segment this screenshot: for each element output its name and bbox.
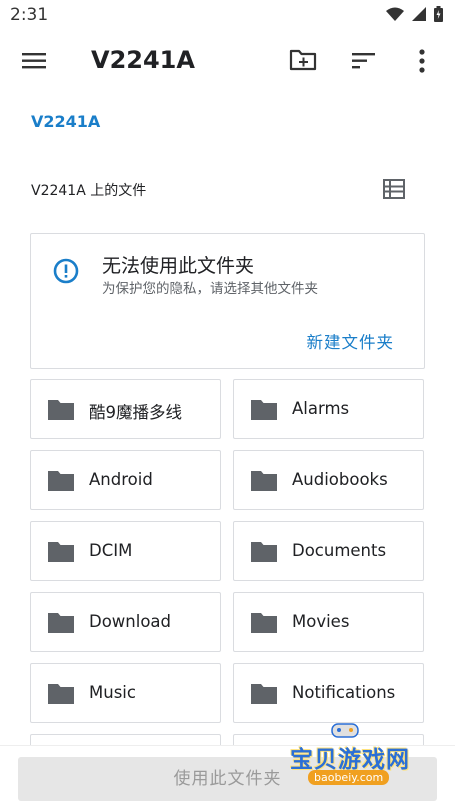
info-icon xyxy=(53,258,79,284)
folder-icon xyxy=(48,471,74,491)
warning-title: 无法使用此文件夹 xyxy=(102,255,255,277)
folder-item[interactable]: Music xyxy=(30,663,221,723)
status-time: 2:31 xyxy=(10,5,49,25)
folder-item[interactable]: 酷9魔播多线 xyxy=(30,379,221,439)
folder-item[interactable]: DCIM xyxy=(30,521,221,581)
folder-name: Alarms xyxy=(292,399,350,418)
hamburger-icon xyxy=(22,53,46,69)
status-icons xyxy=(386,6,443,22)
sort-button[interactable] xyxy=(350,47,378,75)
folder-name: Android xyxy=(89,470,153,489)
warning-subtitle: 为保护您的隐私，请选择其他文件夹 xyxy=(102,281,318,297)
folder-item[interactable]: Download xyxy=(30,592,221,652)
watermark-logo: 宝贝游戏网 baobeiy.com xyxy=(290,718,430,788)
folder-item[interactable]: Documents xyxy=(233,521,424,581)
status-bar: 2:31 xyxy=(0,0,455,32)
folder-name: Documents xyxy=(292,541,387,560)
folder-item[interactable]: Audiobooks xyxy=(233,450,424,510)
folder-name: Notifications xyxy=(292,683,396,702)
folder-icon xyxy=(251,400,277,420)
list-view-toggle[interactable] xyxy=(382,178,406,200)
create-folder-button[interactable] xyxy=(288,46,318,74)
folder-item[interactable]: Alarms xyxy=(233,379,424,439)
folder-item[interactable]: Movies xyxy=(233,592,424,652)
folder-name: 酷9魔播多线 xyxy=(89,403,182,422)
folder-icon xyxy=(251,542,277,562)
cannot-use-folder-card: 无法使用此文件夹 为保护您的隐私，请选择其他文件夹 新建文件夹 xyxy=(30,233,425,369)
folder-name: Audiobooks xyxy=(292,470,388,489)
list-view-icon xyxy=(383,179,405,199)
folder-name: Movies xyxy=(292,612,350,631)
folder-name: Music xyxy=(89,683,136,702)
folder-item[interactable]: Notifications xyxy=(233,663,424,723)
folder-icon xyxy=(251,613,277,633)
files-section-header: V2241A 上的文件 xyxy=(31,183,147,199)
folder-icon xyxy=(48,400,74,420)
menu-button[interactable] xyxy=(20,48,50,74)
new-folder-link[interactable]: 新建文件夹 xyxy=(307,329,395,353)
create-folder-icon xyxy=(289,49,317,71)
folder-icon xyxy=(48,542,74,562)
signal-icon xyxy=(412,7,426,21)
app-title: V2241A xyxy=(91,46,195,74)
folder-icon xyxy=(48,613,74,633)
folder-icon xyxy=(251,684,277,704)
more-vert-icon xyxy=(419,49,425,73)
watermark-text: 宝贝游戏网 xyxy=(290,747,410,773)
app-bar: V2241A xyxy=(0,38,455,84)
breadcrumb-root[interactable]: V2241A xyxy=(31,112,100,131)
wifi-icon xyxy=(386,7,404,21)
folder-icon xyxy=(251,471,277,491)
folder-name: DCIM xyxy=(89,541,133,560)
watermark-url: baobeiy.com xyxy=(308,770,390,785)
battery-icon xyxy=(434,6,443,22)
more-options-button[interactable] xyxy=(408,46,436,76)
folder-icon xyxy=(48,684,74,704)
folder-name: Download xyxy=(89,612,172,631)
gamepad-icon xyxy=(331,723,359,738)
sort-icon xyxy=(352,53,375,69)
folder-item[interactable]: Android xyxy=(30,450,221,510)
